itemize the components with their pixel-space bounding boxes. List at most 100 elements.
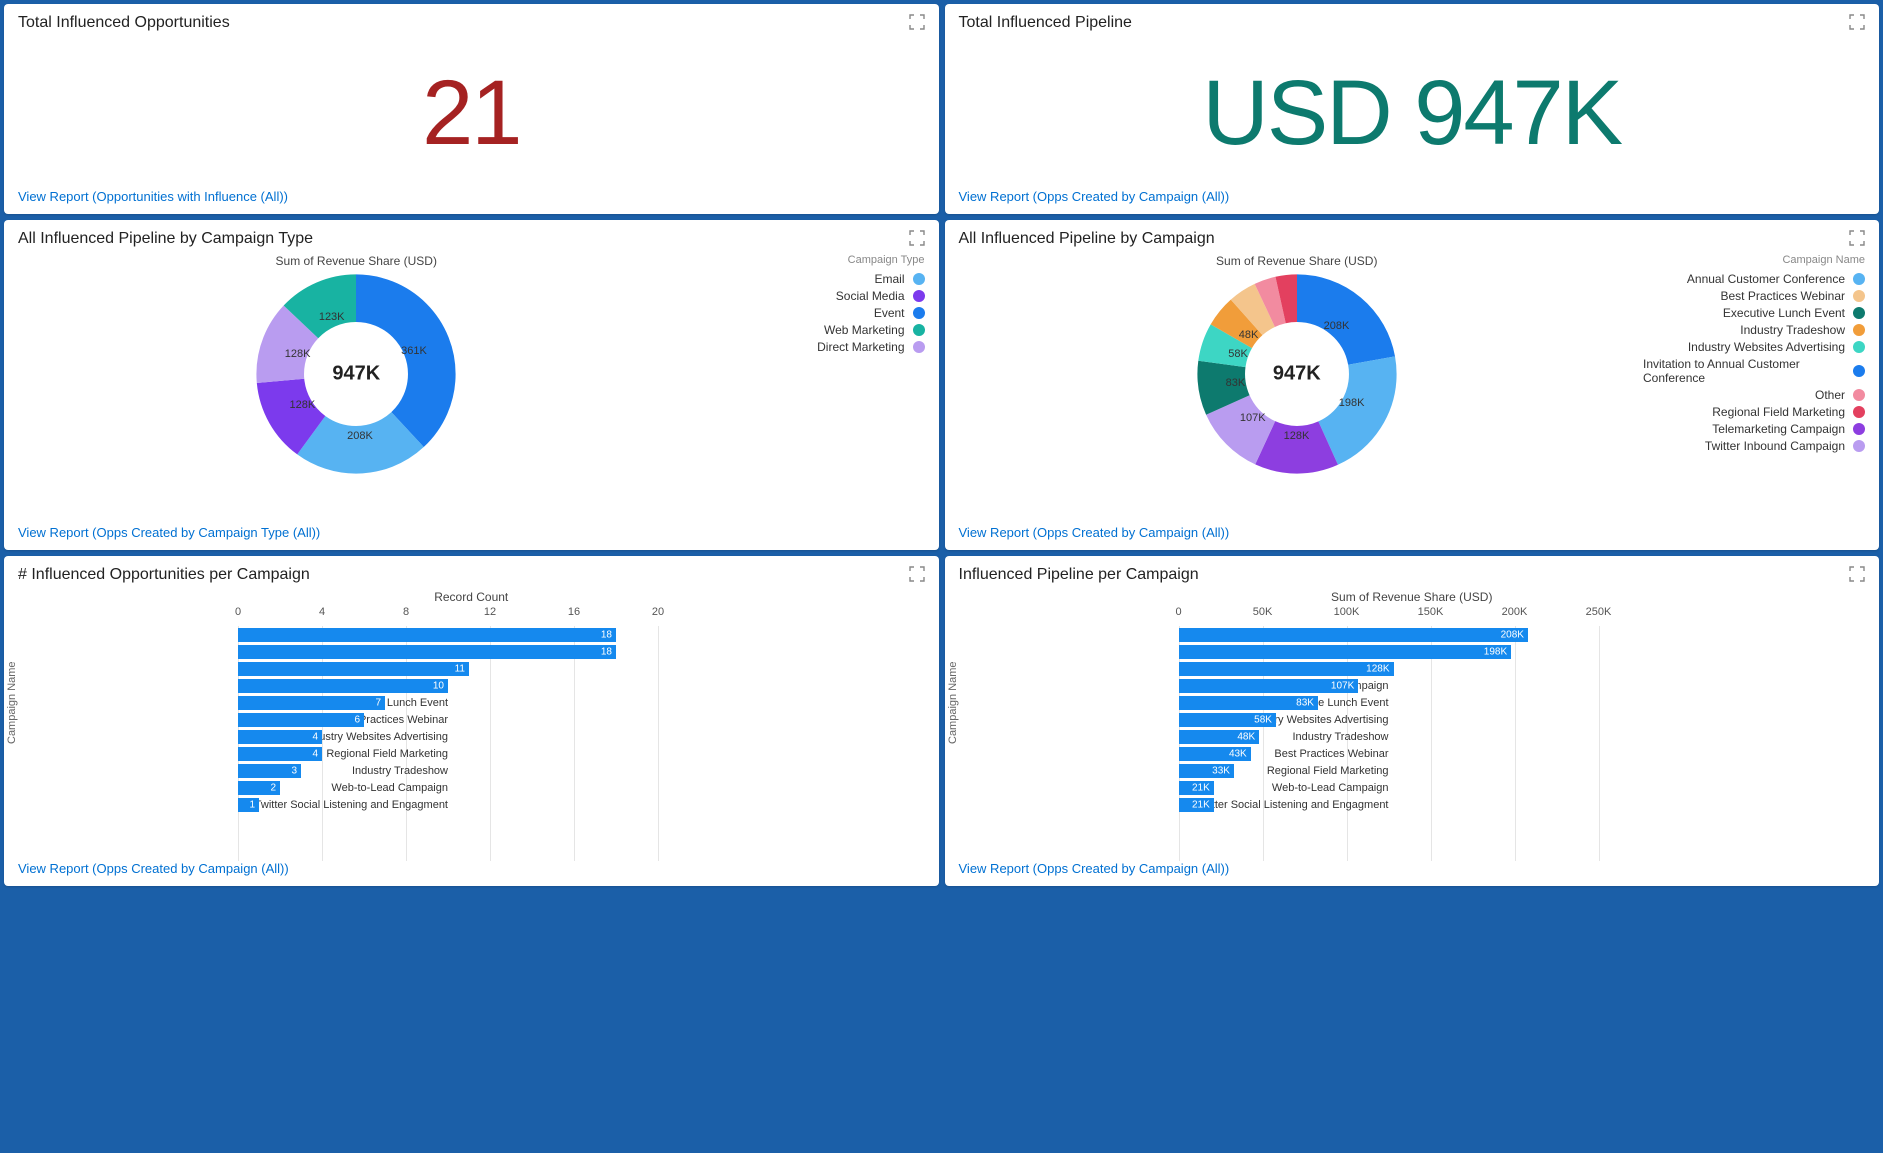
bar-value-label: 10 (433, 680, 444, 691)
legend-item[interactable]: Industry Tradeshow (1643, 323, 1865, 337)
axis-tick: 50K (1253, 606, 1273, 618)
donut-slice-label: 208K (347, 430, 373, 442)
donut-chart: 947K 208K198K128K107K83K58K48K (1197, 274, 1397, 474)
legend-swatch (1853, 273, 1865, 285)
card-pipeline-per-campaign: Influenced Pipeline per Campaign Sum of … (945, 556, 1880, 886)
expand-icon[interactable] (909, 230, 925, 246)
y-axis-label: Campaign Name (947, 661, 959, 744)
bar-rect[interactable]: 21K (1179, 798, 1214, 812)
expand-icon[interactable] (909, 14, 925, 30)
bar-value-label: 4 (312, 731, 318, 742)
legend-swatch (913, 290, 925, 302)
card-total-opportunities: Total Influenced Opportunities 21 View R… (4, 4, 939, 214)
bar-rect[interactable]: 6 (238, 713, 364, 727)
card-pipeline-by-type: All Influenced Pipeline by Campaign Type… (4, 220, 939, 550)
bar-rect[interactable]: 3 (238, 764, 301, 778)
bar-rect[interactable]: 107K (1179, 679, 1359, 693)
legend-item[interactable]: Regional Field Marketing (1643, 405, 1865, 419)
bar-rect[interactable]: 48K (1179, 730, 1260, 744)
axis-tick: 150K (1418, 606, 1444, 618)
bar-rect[interactable]: 83K (1179, 696, 1318, 710)
bar-value-label: 7 (375, 697, 381, 708)
legend-item[interactable]: Telemarketing Campaign (1643, 422, 1865, 436)
bar-value-label: 198K (1484, 646, 1507, 657)
legend-item[interactable]: Best Practices Webinar (1643, 289, 1865, 303)
legend-item[interactable]: Other (1643, 388, 1865, 402)
legend-item[interactable]: Social Media (703, 289, 925, 303)
view-report-link[interactable]: View Report (Opps Created by Campaign Ty… (18, 525, 925, 540)
bar-rect[interactable]: 18 (238, 645, 616, 659)
legend-label: Other (1815, 388, 1845, 402)
bar-rect[interactable]: 43K (1179, 747, 1251, 761)
view-report-link[interactable]: View Report (Opportunities with Influenc… (18, 189, 925, 204)
bar-row: Twitter Social Listening and Engagment21… (1179, 796, 1866, 813)
bar-value-label: 3 (291, 765, 297, 776)
bar-rect[interactable]: 33K (1179, 764, 1234, 778)
legend-item[interactable]: Web Marketing (703, 323, 925, 337)
legend-item[interactable]: Executive Lunch Event (1643, 306, 1865, 320)
bar-value-label: 4 (312, 748, 318, 759)
legend-swatch (913, 341, 925, 353)
donut-slice-label: 123K (319, 311, 345, 323)
bar-value-label: 43K (1229, 748, 1247, 759)
bar-rect[interactable]: 128K (1179, 662, 1394, 676)
bar-row: Regional Field Marketing4 (238, 745, 925, 762)
legend-label: Direct Marketing (817, 340, 904, 354)
legend-swatch (1853, 406, 1865, 418)
bar-row: Telemarketing Campaign10 (238, 677, 925, 694)
donut-slice-label: 48K (1239, 329, 1259, 341)
donut-slice-label: 128K (1284, 430, 1310, 442)
bar-row: Twitter Social Listening and Engagment1 (238, 796, 925, 813)
axis-tick: 100K (1334, 606, 1360, 618)
legend-item[interactable]: Direct Marketing (703, 340, 925, 354)
donut-slice-label: 128K (285, 348, 311, 360)
bar-category-label: Twitter Social Listening and Engagment (238, 799, 448, 811)
bar-rect[interactable]: 1 (238, 798, 259, 812)
bar-rect[interactable]: 2 (238, 781, 280, 795)
legend-item[interactable]: Twitter Inbound Campaign (1643, 439, 1865, 453)
y-axis-label: Campaign Name (6, 661, 18, 744)
legend-item[interactable]: Invitation to Annual Customer Conference (1643, 357, 1865, 385)
donut-slice-label: 198K (1339, 397, 1365, 409)
bar-row: Industry Websites Advertising58K (1179, 711, 1866, 728)
view-report-link[interactable]: View Report (Opps Created by Campaign (A… (18, 861, 925, 876)
legend-swatch (1853, 324, 1865, 336)
bar-rect[interactable]: 58K (1179, 713, 1276, 727)
legend-label: Social Media (836, 289, 905, 303)
bar-rect[interactable]: 21K (1179, 781, 1214, 795)
legend-item[interactable]: Annual Customer Conference (1643, 272, 1865, 286)
legend-label: Industry Websites Advertising (1688, 340, 1845, 354)
legend-label: Twitter Inbound Campaign (1705, 439, 1845, 453)
legend-swatch (913, 273, 925, 285)
legend-item[interactable]: Email (703, 272, 925, 286)
legend-item[interactable]: Event (703, 306, 925, 320)
bar-rect[interactable]: 208K (1179, 628, 1528, 642)
legend-swatch (1853, 389, 1865, 401)
legend-label: Event (874, 306, 905, 320)
bar-row: Telemarketing Campaign128K (1179, 660, 1866, 677)
axis-tick: 20 (652, 606, 664, 618)
bar-rect[interactable]: 10 (238, 679, 448, 693)
bar-value-label: 58K (1254, 714, 1272, 725)
bar-rect[interactable]: 11 (238, 662, 469, 676)
bar-row: Best Practices Webinar43K (1179, 745, 1866, 762)
expand-icon[interactable] (1849, 566, 1865, 582)
bar-rect[interactable]: 7 (238, 696, 385, 710)
expand-icon[interactable] (1849, 230, 1865, 246)
legend-item[interactable]: Industry Websites Advertising (1643, 340, 1865, 354)
view-report-link[interactable]: View Report (Opps Created by Campaign (A… (959, 189, 1866, 204)
card-opps-per-campaign: # Influenced Opportunities per Campaign … (4, 556, 939, 886)
expand-icon[interactable] (909, 566, 925, 582)
bar-value-label: 33K (1212, 765, 1230, 776)
view-report-link[interactable]: View Report (Opps Created by Campaign (A… (959, 525, 1866, 540)
axis-tick: 12 (484, 606, 496, 618)
bar-rect[interactable]: 198K (1179, 645, 1512, 659)
expand-icon[interactable] (1849, 14, 1865, 30)
donut-slice-label: 83K (1226, 377, 1246, 389)
view-report-link[interactable]: View Report (Opps Created by Campaign (A… (959, 861, 1866, 876)
legend-label: Email (874, 272, 904, 286)
bar-rect[interactable]: 4 (238, 747, 322, 761)
bar-value-label: 18 (601, 629, 612, 640)
bar-rect[interactable]: 18 (238, 628, 616, 642)
bar-rect[interactable]: 4 (238, 730, 322, 744)
